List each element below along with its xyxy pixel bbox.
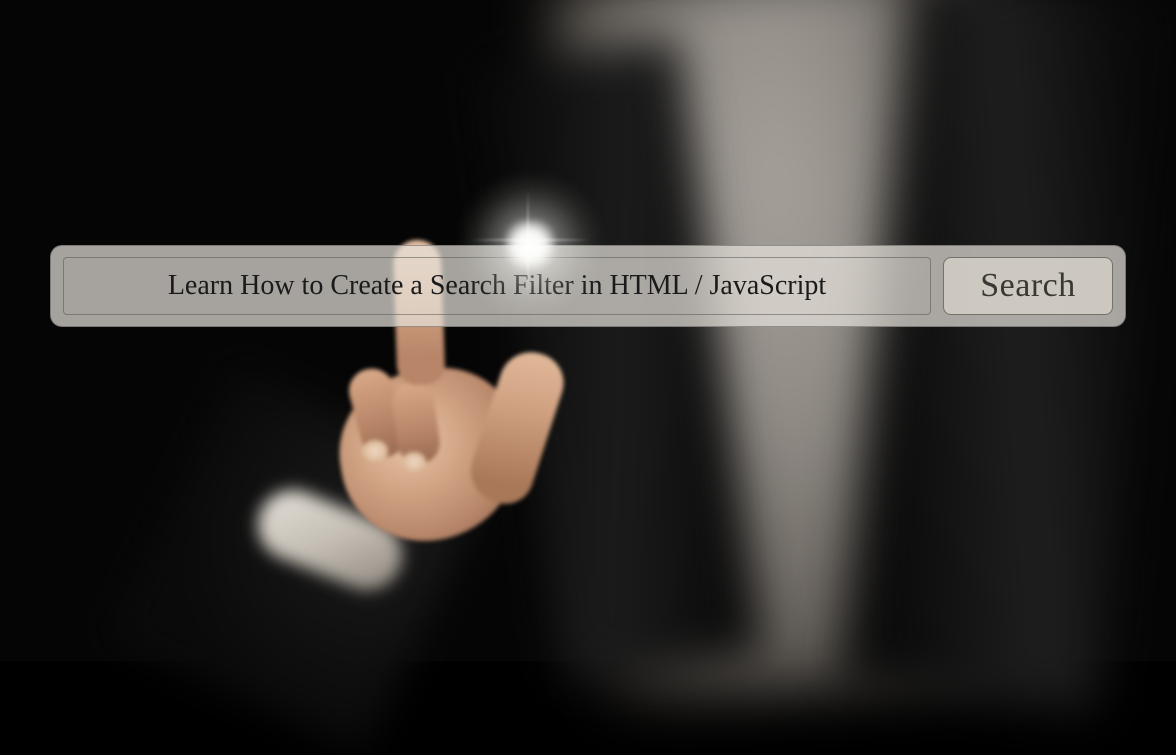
search-button[interactable]: Search [943, 257, 1113, 315]
background-image [0, 0, 1176, 661]
search-bar: Search [50, 245, 1126, 327]
background-hand [220, 280, 620, 680]
search-input[interactable] [63, 257, 931, 315]
